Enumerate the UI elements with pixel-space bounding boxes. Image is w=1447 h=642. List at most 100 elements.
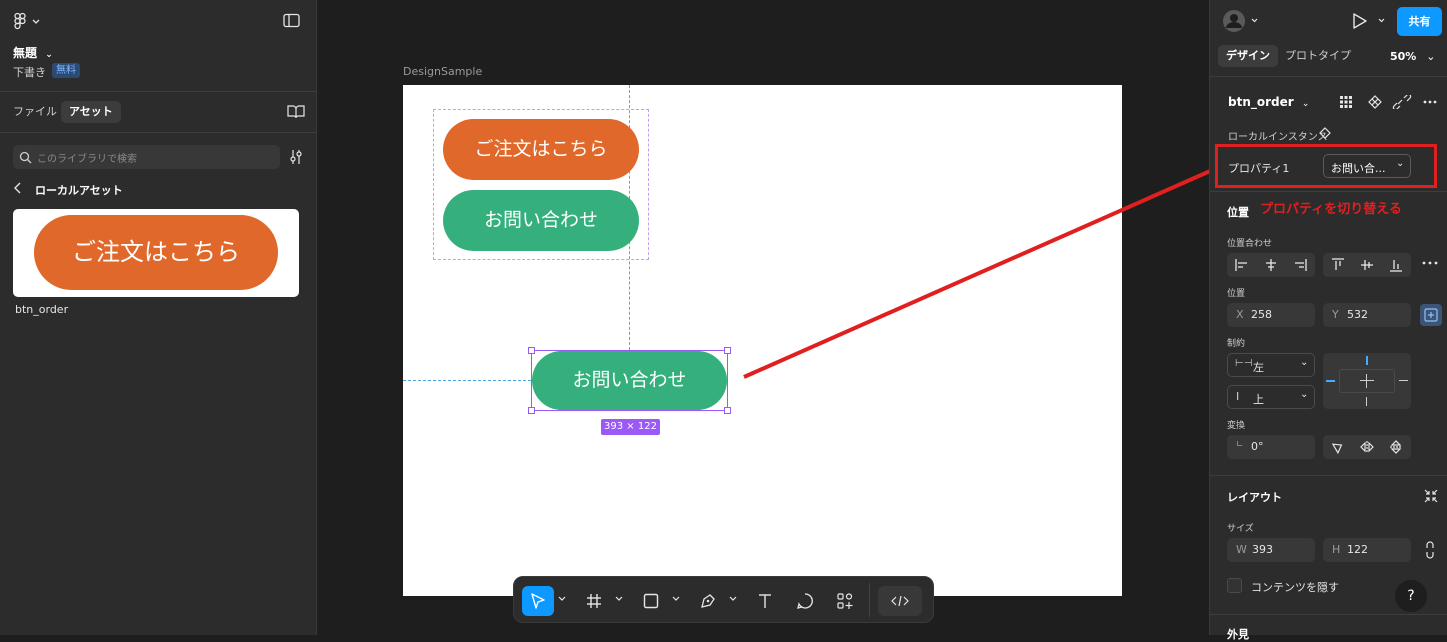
width-input[interactable]: W 393 bbox=[1227, 538, 1315, 562]
align-middle-icon bbox=[1360, 260, 1373, 270]
component-name-dropdown[interactable]: btn_order ⌄ bbox=[1228, 95, 1309, 109]
rotation-input[interactable]: ∟ 0° bbox=[1227, 435, 1315, 459]
text-icon bbox=[759, 594, 771, 608]
detach-link-icon[interactable] bbox=[1392, 95, 1412, 109]
divider bbox=[1210, 191, 1447, 192]
y-label: Y bbox=[1332, 308, 1339, 321]
rotate-icon bbox=[1331, 443, 1342, 454]
position-label: 位置 bbox=[1227, 289, 1246, 299]
x-position-input[interactable]: X 258 bbox=[1227, 303, 1315, 327]
vertical-constraint-select[interactable]: I 上 ⌄ bbox=[1227, 385, 1315, 409]
component-diamond-icon[interactable] bbox=[1368, 95, 1382, 109]
align-left-icon bbox=[1234, 259, 1247, 271]
vertical-align-group bbox=[1323, 253, 1411, 277]
chevron-down-icon: ⌄ bbox=[1300, 357, 1309, 368]
chevron-down-icon: ⌄ bbox=[1301, 99, 1310, 109]
divider bbox=[1210, 475, 1447, 476]
chevron-down-icon: ⌄ bbox=[1300, 389, 1309, 400]
flip-horizontal-icon bbox=[1359, 441, 1374, 453]
comment-tool-button[interactable] bbox=[789, 586, 821, 616]
avatar-icon bbox=[1223, 10, 1258, 32]
divider bbox=[1210, 614, 1447, 615]
zoom-dropdown[interactable]: 50% ⌄ bbox=[1390, 50, 1435, 63]
cursor-arrow-icon bbox=[531, 593, 545, 609]
user-avatar-menu[interactable] bbox=[1222, 9, 1258, 33]
align-center-button[interactable] bbox=[1256, 253, 1285, 277]
more-icon[interactable] bbox=[1423, 100, 1437, 104]
w-value: 393 bbox=[1252, 543, 1273, 556]
clip-content-checkbox[interactable] bbox=[1227, 578, 1242, 593]
comment-icon bbox=[797, 593, 813, 609]
constraint-top[interactable] bbox=[1366, 356, 1368, 365]
text-tool-button[interactable] bbox=[749, 586, 781, 616]
align-right-icon bbox=[1294, 259, 1307, 271]
grid-icon[interactable] bbox=[1340, 96, 1352, 108]
position-section-title: 位置 bbox=[1227, 206, 1249, 219]
height-input[interactable]: H 122 bbox=[1323, 538, 1411, 562]
collapse-layout-button[interactable] bbox=[1424, 489, 1438, 503]
components-plus-icon bbox=[837, 593, 853, 609]
frame-tool-button[interactable] bbox=[578, 586, 610, 616]
y-position-input[interactable]: Y 532 bbox=[1323, 303, 1411, 327]
share-button[interactable]: 共有 bbox=[1397, 7, 1442, 36]
appearance-section-title: 外見 bbox=[1227, 628, 1249, 641]
h-value: 122 bbox=[1347, 543, 1368, 556]
align-center-icon bbox=[1265, 259, 1276, 271]
constraint-bottom[interactable] bbox=[1366, 397, 1367, 406]
constraint-right[interactable] bbox=[1399, 380, 1408, 381]
constrain-proportions-button[interactable] bbox=[1424, 541, 1436, 559]
rotate-button[interactable] bbox=[1323, 435, 1352, 459]
align-left-button[interactable] bbox=[1227, 253, 1256, 277]
horizontal-align-group bbox=[1227, 253, 1315, 277]
align-top-icon bbox=[1331, 258, 1344, 270]
constraint-center-v[interactable] bbox=[1366, 374, 1367, 388]
constraint-center-h[interactable] bbox=[1360, 380, 1374, 381]
move-tool-button[interactable] bbox=[522, 586, 554, 616]
align-middle-button[interactable] bbox=[1352, 253, 1381, 277]
chevron-down-icon[interactable] bbox=[672, 596, 680, 602]
present-button[interactable] bbox=[1351, 12, 1385, 30]
constraint-left[interactable] bbox=[1326, 380, 1335, 382]
component-name: btn_order bbox=[1228, 95, 1294, 109]
absolute-position-toggle[interactable] bbox=[1420, 304, 1442, 326]
flip-vertical-button[interactable] bbox=[1381, 435, 1410, 459]
right-panel: 共有 デザイン プロトタイプ 50% ⌄ btn_order ⌄ ローカルインス… bbox=[1209, 0, 1447, 641]
transform-buttons bbox=[1323, 435, 1411, 459]
chevron-down-icon[interactable] bbox=[615, 596, 623, 602]
shape-tool-button[interactable] bbox=[635, 586, 667, 616]
annotation-highlight-box bbox=[1215, 144, 1437, 188]
collapse-arrows-icon bbox=[1424, 489, 1438, 503]
h-label: H bbox=[1332, 543, 1341, 556]
flip-vertical-icon bbox=[1389, 440, 1402, 454]
x-label: X bbox=[1236, 308, 1244, 321]
code-icon bbox=[891, 595, 909, 607]
help-button[interactable]: ? bbox=[1395, 580, 1427, 612]
more-align-button[interactable] bbox=[1422, 256, 1438, 270]
tab-design[interactable]: デザイン bbox=[1218, 45, 1278, 67]
clip-content-label: コンテンツを隠す bbox=[1251, 581, 1339, 594]
y-value: 532 bbox=[1347, 308, 1368, 321]
align-right-button[interactable] bbox=[1285, 253, 1314, 277]
rotation-value: 0° bbox=[1251, 440, 1264, 453]
align-top-button[interactable] bbox=[1323, 253, 1352, 277]
align-bottom-button[interactable] bbox=[1381, 253, 1410, 277]
instance-label-text: ローカルインスタンス bbox=[1228, 132, 1328, 143]
link-icon bbox=[1426, 541, 1434, 559]
zoom-value: 50% bbox=[1390, 50, 1417, 63]
play-icon bbox=[1353, 13, 1385, 29]
actions-tool-button[interactable] bbox=[829, 586, 861, 616]
horizontal-constraint-select[interactable]: ⊢⊣ 左 ⌄ bbox=[1227, 353, 1315, 377]
dev-mode-toggle[interactable] bbox=[878, 586, 922, 616]
chevron-down-icon[interactable] bbox=[558, 596, 566, 602]
frame-hash-icon bbox=[587, 594, 601, 608]
chevron-down-icon[interactable] bbox=[729, 596, 737, 602]
toolbar-divider bbox=[869, 583, 870, 617]
component-actions bbox=[1340, 95, 1440, 109]
constraint-widget[interactable] bbox=[1323, 353, 1411, 409]
w-label: W bbox=[1236, 543, 1247, 556]
pen-tool-button[interactable] bbox=[692, 586, 724, 616]
tab-prototype[interactable]: プロトタイプ bbox=[1277, 45, 1359, 67]
flip-horizontal-button[interactable] bbox=[1352, 435, 1381, 459]
annotation-text: プロパティを切り替える bbox=[1260, 202, 1402, 217]
constraint-box bbox=[1339, 369, 1395, 393]
